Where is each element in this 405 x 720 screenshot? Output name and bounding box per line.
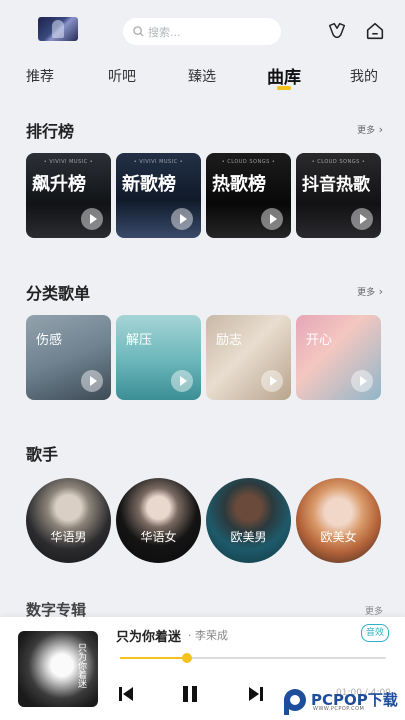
digital-albums-more-link[interactable]: 更多 xyxy=(365,604,383,617)
category-card-inspire[interactable]: 励志 xyxy=(206,315,291,400)
chart-caption: • VIVIVI MUSIC • xyxy=(43,159,94,165)
album-cover[interactable]: 只为你着迷 xyxy=(18,631,98,707)
tab-bar: 推荐 听吧 臻选 曲库 我的 xyxy=(0,62,405,94)
song-title: 只为你着迷 xyxy=(116,630,182,645)
user-avatar[interactable] xyxy=(38,17,78,41)
singer-label: 华语男 xyxy=(50,530,87,544)
play-icon[interactable] xyxy=(261,208,283,230)
cover-text: 只为你着迷 xyxy=(76,643,86,688)
active-tab-indicator xyxy=(277,86,291,90)
vip-icon[interactable] xyxy=(326,20,348,42)
top-bar: 搜索... xyxy=(0,0,405,60)
singers-title: 歌手 xyxy=(26,445,59,464)
chart-caption: • CLOUD SONGS • xyxy=(221,159,276,165)
chart-label: 热歌榜 xyxy=(212,174,266,195)
singer-label: 欧美男 xyxy=(230,530,267,544)
watermark-logo: PCPOP下载 WWW.PCPOP.COM xyxy=(281,685,405,720)
search-input[interactable]: 搜索... xyxy=(123,18,281,45)
song-artist: 李荣成 xyxy=(188,627,228,643)
play-icon[interactable] xyxy=(171,208,193,230)
watermark-url: WWW.PCPOP.COM xyxy=(313,706,365,712)
progress-bar[interactable] xyxy=(120,657,386,659)
tab-library[interactable]: 曲库 xyxy=(267,63,301,88)
category-label: 开心 xyxy=(306,333,333,348)
next-icon[interactable] xyxy=(246,684,266,704)
singer-label: 华语女 xyxy=(140,530,177,544)
play-icon[interactable] xyxy=(351,208,373,230)
chart-card-new[interactable]: • VIVIVI MUSIC • 新歌榜 xyxy=(116,153,201,238)
search-placeholder: 搜索... xyxy=(148,25,181,39)
category-label: 伤感 xyxy=(36,333,63,348)
search-icon xyxy=(133,26,144,37)
category-card-happy[interactable]: 开心 xyxy=(296,315,381,400)
tab-recommend[interactable]: 推荐 xyxy=(26,66,54,86)
chart-card-rising[interactable]: • VIVIVI MUSIC • 飙升榜 xyxy=(26,153,111,238)
chart-caption: • VIVIVI MUSIC • xyxy=(133,159,184,165)
progress-fill xyxy=(120,657,187,659)
chart-caption: • CLOUD SONGS • xyxy=(311,159,366,165)
play-icon[interactable] xyxy=(171,370,193,392)
charts-more-link[interactable]: 更多 xyxy=(357,123,383,136)
category-card-sad[interactable]: 伤感 xyxy=(26,315,111,400)
progress-knob[interactable] xyxy=(182,653,192,663)
chart-label: 新歌榜 xyxy=(122,174,176,195)
chart-label: 飙升榜 xyxy=(32,174,86,195)
charts-title: 排行榜 xyxy=(26,122,75,141)
play-icon[interactable] xyxy=(81,208,103,230)
singer-chinese-male[interactable]: 华语男 xyxy=(26,478,111,563)
chart-card-hot[interactable]: • CLOUD SONGS • 热歌榜 xyxy=(206,153,291,238)
singer-label: 欧美女 xyxy=(320,530,357,544)
tab-listen[interactable]: 听吧 xyxy=(108,66,136,86)
categories-more-link[interactable]: 更多 xyxy=(357,285,383,298)
chart-card-douyin[interactable]: • CLOUD SONGS • 抖音热歌 xyxy=(296,153,381,238)
tab-selected[interactable]: 臻选 xyxy=(188,66,216,86)
singer-chinese-female[interactable]: 华语女 xyxy=(116,478,201,563)
singer-western-male[interactable]: 欧美男 xyxy=(206,478,291,563)
sound-effect-button[interactable]: 音效 xyxy=(361,624,389,642)
play-icon[interactable] xyxy=(261,370,283,392)
play-icon[interactable] xyxy=(351,370,373,392)
tab-mine[interactable]: 我的 xyxy=(350,66,378,86)
singer-western-female[interactable]: 欧美女 xyxy=(296,478,381,563)
pause-icon[interactable] xyxy=(180,684,200,704)
previous-icon[interactable] xyxy=(116,684,136,704)
play-icon[interactable] xyxy=(81,370,103,392)
chart-label: 抖音热歌 xyxy=(302,175,370,195)
category-label: 解压 xyxy=(126,333,153,348)
home-icon[interactable] xyxy=(364,20,386,42)
category-label: 励志 xyxy=(216,333,243,348)
category-card-relax[interactable]: 解压 xyxy=(116,315,201,400)
categories-title: 分类歌单 xyxy=(26,284,91,303)
pcpop-logo-icon xyxy=(284,689,306,715)
